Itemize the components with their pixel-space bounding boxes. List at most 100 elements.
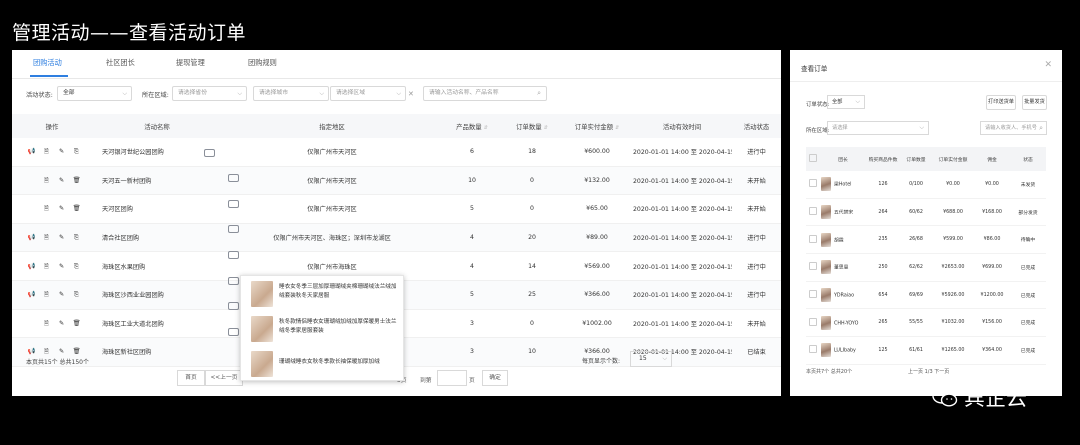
- items-count: 126: [866, 171, 900, 199]
- edit-icon[interactable]: ✎: [54, 291, 69, 298]
- message-icon[interactable]: [228, 200, 239, 208]
- export-icon[interactable]: ⎘: [69, 291, 84, 299]
- city-select[interactable]: 请选择城市 ⌵: [253, 86, 329, 101]
- edit-icon[interactable]: ✎: [54, 263, 69, 270]
- items-count: 264: [866, 198, 900, 227]
- edit-icon[interactable]: ✎: [54, 177, 69, 184]
- status-select-value: 全部: [63, 90, 75, 96]
- row-checkbox[interactable]: [809, 317, 817, 326]
- row-checkbox[interactable]: [809, 345, 817, 354]
- export-icon[interactable]: ⎘: [69, 263, 84, 271]
- clear-icon[interactable]: ✕: [408, 90, 414, 98]
- megaphone-icon[interactable]: 📢: [24, 147, 39, 155]
- popup-product-item[interactable]: 珊瑚绒睡衣女秋冬季款长袖保暖加厚加绒: [251, 351, 399, 379]
- leader-name: CHH-YOYO: [834, 321, 859, 327]
- popup-product-item[interactable]: 睡衣女冬季三层加厚珊瑚绒夹棉珊瑚绒法兰绒加绒套装秋冬天家居服: [251, 281, 399, 309]
- view-icon[interactable]: 🗎: [39, 318, 54, 329]
- search-input[interactable]: 请输入活动名称、产品名称 ⌕: [423, 86, 547, 101]
- col-header-orders[interactable]: 订单数量 ⇵: [502, 114, 562, 138]
- orders-header-row: 团长 购买商品件数 订单数量 订单实付金额 佣金 状态: [806, 147, 1046, 171]
- order-amount: ¥600.00: [562, 138, 632, 167]
- chevron-down-icon: ⌵: [919, 124, 924, 131]
- view-icon[interactable]: 🗎: [39, 289, 54, 300]
- dialog-region-label: 所在区域:: [806, 128, 830, 134]
- tab-rules[interactable]: 团购规则: [248, 58, 277, 68]
- batch-ship-button[interactable]: 批量发货: [1022, 95, 1047, 110]
- row-checkbox[interactable]: [809, 290, 817, 299]
- view-icon[interactable]: 🗎: [39, 175, 54, 186]
- select-all-checkbox[interactable]: [809, 154, 817, 162]
- delete-icon[interactable]: 🗑: [69, 347, 84, 355]
- delete-icon[interactable]: 🗑: [69, 176, 84, 184]
- row-checkbox[interactable]: [809, 179, 817, 188]
- print-delivery-button[interactable]: 打印送货单: [986, 95, 1016, 110]
- page-suffix: 页: [469, 378, 475, 384]
- row-checkbox[interactable]: [809, 262, 817, 271]
- message-icon[interactable]: [228, 225, 239, 233]
- leader-cell: CHH-YOYO: [820, 308, 866, 338]
- edit-icon[interactable]: ✎: [54, 320, 69, 327]
- row-checkbox[interactable]: [809, 234, 817, 243]
- status-select[interactable]: 全部 ⌵: [57, 86, 132, 101]
- edit-icon[interactable]: ✎: [54, 234, 69, 241]
- activity-name: 天河银河世纪公园团购: [92, 138, 222, 167]
- province-select[interactable]: 请选择省份 ⌵: [172, 86, 247, 101]
- per-page-label: 每页显示个数:: [582, 358, 621, 365]
- row-actions: 📢🗎✎🗑: [12, 166, 92, 196]
- message-icon[interactable]: [228, 251, 239, 259]
- prev-page-button[interactable]: <<上一页: [205, 370, 243, 386]
- district-select[interactable]: 请选择区域 ⌵: [330, 86, 406, 101]
- tab-community-leader[interactable]: 社区团长: [106, 58, 135, 68]
- view-icon[interactable]: 🗎: [39, 146, 54, 157]
- row-actions: 📢🗎✎🗑: [12, 309, 92, 339]
- first-page-button[interactable]: 首页: [177, 370, 205, 386]
- message-icon[interactable]: [228, 328, 239, 336]
- search-icon[interactable]: ⌕: [1039, 122, 1043, 134]
- view-icon[interactable]: 🗎: [39, 261, 54, 272]
- dialog-search-input[interactable]: 请输入收货人、手机号 ⌕: [980, 121, 1047, 135]
- items-count: 250: [866, 253, 900, 282]
- goto-label: 到第: [420, 378, 432, 384]
- popup-product-item[interactable]: 秋冬款情侣睡衣女珊瑚绒加绒加厚保暖男士法兰绒冬季家居服套装: [251, 316, 399, 344]
- message-icon[interactable]: [228, 174, 239, 182]
- message-icon[interactable]: [228, 302, 239, 310]
- tab-withdraw[interactable]: 提现管理: [176, 58, 205, 68]
- dialog-region-select[interactable]: 请选择 ⌵: [827, 121, 929, 135]
- activity-status: 未开始: [732, 194, 781, 224]
- edit-icon[interactable]: ✎: [54, 205, 69, 212]
- view-icon[interactable]: 🗎: [39, 232, 54, 243]
- activity-name: 天河五一新村团购: [92, 166, 222, 196]
- megaphone-icon[interactable]: 📢: [24, 290, 39, 298]
- confirm-page-button[interactable]: 确定: [482, 370, 508, 386]
- megaphone-icon[interactable]: 📢: [24, 233, 39, 241]
- paid-amount: ¥688.00: [932, 198, 974, 227]
- orders-count: 69/69: [900, 281, 932, 310]
- col-header-amount[interactable]: 订单实付金额 ⇵: [562, 114, 632, 138]
- page-number-input[interactable]: [437, 370, 467, 386]
- delete-icon[interactable]: 🗑: [69, 204, 84, 212]
- select-all-cell[interactable]: [806, 147, 820, 171]
- edit-icon[interactable]: ✎: [54, 348, 69, 355]
- dialog-pager[interactable]: 上一页 1/3 下一页: [908, 368, 949, 375]
- export-icon[interactable]: ⎘: [69, 234, 84, 242]
- tab-group-buy[interactable]: 团购活动: [33, 58, 62, 68]
- product-count: 5: [442, 194, 502, 224]
- megaphone-icon[interactable]: 📢: [24, 262, 39, 270]
- product-count: 3: [442, 309, 502, 339]
- col-header-products[interactable]: 产品数量 ⇵: [442, 114, 502, 138]
- export-icon[interactable]: ⎘: [69, 148, 84, 156]
- order-status-label: 订单状态:: [806, 102, 830, 108]
- order-status: 待确中: [1010, 225, 1046, 255]
- view-icon[interactable]: 🗎: [39, 203, 54, 214]
- delete-icon[interactable]: 🗑: [69, 319, 84, 327]
- order-status-select[interactable]: 全部 ⌵: [827, 95, 865, 109]
- view-icon[interactable]: 🗎: [39, 346, 54, 357]
- message-icon[interactable]: [228, 277, 239, 285]
- row-checkbox[interactable]: [809, 207, 817, 216]
- close-icon[interactable]: ✕: [1044, 60, 1052, 70]
- search-icon[interactable]: ⌕: [537, 87, 541, 100]
- per-page-select[interactable]: 15 ⌵: [630, 351, 672, 367]
- megaphone-icon[interactable]: 📢: [24, 347, 39, 355]
- activity-name: 清合社区团购: [92, 223, 222, 253]
- edit-icon[interactable]: ✎: [54, 148, 69, 155]
